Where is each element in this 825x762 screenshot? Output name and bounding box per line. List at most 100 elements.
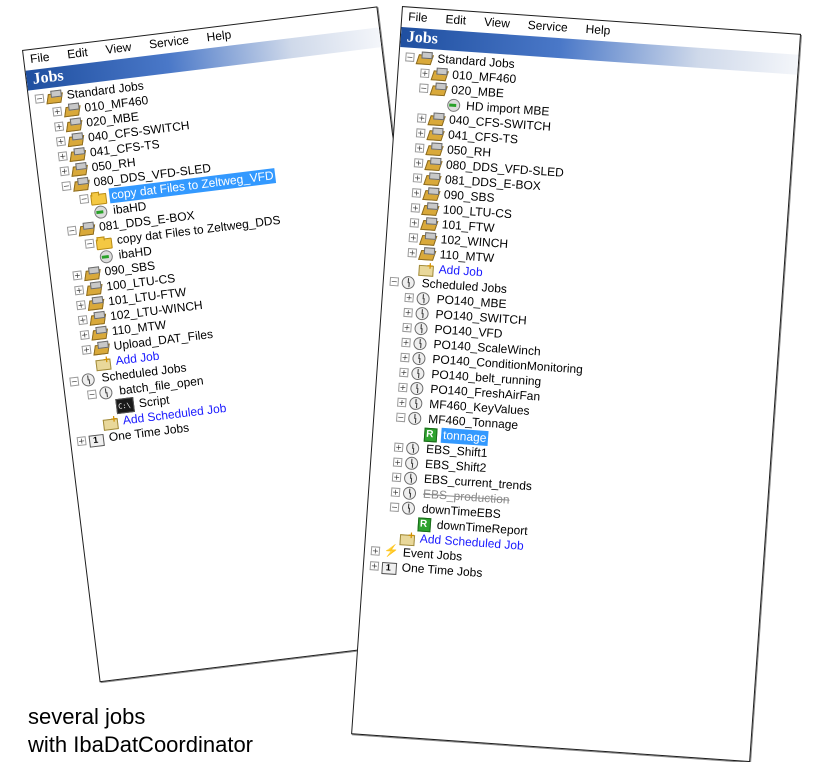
jobs-folder-icon [85,281,102,296]
expand-icon[interactable]: + [57,151,68,162]
one-time-icon [380,560,397,574]
menu-view[interactable]: View [483,15,511,35]
expand-icon[interactable]: + [393,442,404,453]
jobs-folder-icon [424,172,441,186]
folder-icon [95,235,112,250]
jobs-folder-icon [67,132,84,147]
expand-icon[interactable]: + [404,292,414,303]
expand-icon[interactable]: + [411,188,422,198]
expand-icon[interactable]: + [407,248,418,258]
jobs-folder-icon [430,82,447,96]
menu-edit[interactable]: Edit [66,45,89,65]
collapse-icon[interactable]: − [79,194,90,205]
jobs-folder-icon [78,222,95,237]
expand-icon[interactable]: + [402,322,412,333]
expand-icon[interactable]: + [392,457,403,468]
collapse-icon[interactable]: − [69,376,80,387]
expand-icon[interactable]: + [369,561,380,571]
jobs-folder-icon [426,142,443,156]
menu-service[interactable]: Service [527,18,568,39]
expand-icon[interactable]: + [391,472,402,483]
expand-icon[interactable]: + [54,121,65,132]
collapse-icon[interactable]: − [419,83,429,94]
collapse-icon[interactable]: − [86,389,98,400]
expand-icon[interactable]: + [59,166,70,177]
expand-icon[interactable]: + [408,233,419,243]
lightning-icon [381,545,398,559]
clock-icon [401,501,418,515]
expand-icon[interactable]: + [76,436,87,447]
collapse-icon[interactable]: − [34,93,45,104]
collapse-icon[interactable]: − [395,412,406,423]
expand-icon[interactable]: + [397,397,407,408]
expand-icon[interactable]: + [416,113,427,123]
menu-view[interactable]: View [105,40,133,61]
expand-icon[interactable]: + [76,300,87,311]
collapse-icon[interactable]: − [61,181,72,192]
clock-icon [405,441,422,455]
expand-icon[interactable]: + [399,367,409,378]
expand-icon[interactable]: + [403,307,413,318]
expand-icon[interactable]: + [398,382,408,393]
collapse-icon[interactable]: − [389,502,400,513]
collapse-icon[interactable]: − [84,238,95,249]
expand-icon[interactable]: + [415,128,426,138]
expand-icon[interactable]: + [55,136,66,147]
expand-icon[interactable]: + [370,546,381,556]
clock-icon [407,411,424,425]
clock-icon [414,307,431,321]
jobs-folder-icon [427,127,444,141]
expand-icon[interactable]: + [52,106,63,117]
right-jobs-window: File Edit View Service Help Jobs − Standa… [351,6,802,762]
import-icon [445,98,462,112]
jobs-folder-icon [423,187,440,201]
menu-edit[interactable]: Edit [445,12,467,31]
menu-file[interactable]: File [408,9,428,28]
report-icon [422,427,439,441]
expand-icon[interactable]: + [414,143,425,153]
add-icon [101,415,118,430]
expand-icon[interactable]: + [413,158,424,168]
collapse-icon[interactable]: − [405,52,415,62]
collapse-icon[interactable]: − [389,276,400,287]
clock-icon [410,366,427,380]
expand-icon[interactable]: + [412,173,423,183]
expand-icon[interactable]: + [410,203,421,213]
caption-line-1: several jobs [28,704,146,729]
clock-icon [402,486,419,500]
jobs-folder-icon [421,202,438,216]
jobs-folder-icon [87,296,104,311]
report-icon [415,517,432,531]
menu-help[interactable]: Help [585,22,611,42]
expand-icon[interactable]: + [74,285,85,296]
expand-icon[interactable]: + [81,344,92,355]
expand-icon[interactable]: + [390,487,401,498]
jobs-folder-icon [90,326,107,341]
menu-help[interactable]: Help [206,27,233,48]
jobs-folder-icon [63,102,80,117]
collapse-icon[interactable]: − [66,225,77,236]
expand-icon[interactable]: + [409,218,420,228]
import-icon [92,205,109,220]
jobs-folder-icon [420,217,437,231]
jobs-tree: − Standard Jobs +010_MF460−020_MBE HD impor… [363,47,797,600]
one-time-icon [87,432,104,447]
jobs-folder-icon [416,51,433,65]
clock-icon [408,396,425,410]
expand-icon[interactable]: + [72,270,83,281]
expand-icon[interactable]: + [77,315,88,326]
expand-icon[interactable]: + [401,337,411,348]
clock-icon [411,352,428,366]
clock-icon [413,322,430,336]
clock-icon [80,372,97,387]
add-icon [417,262,434,276]
expand-icon[interactable]: + [420,68,430,79]
expand-icon[interactable]: + [79,329,90,340]
expand-icon[interactable]: + [400,352,410,363]
jobs-folder-icon [431,67,448,81]
